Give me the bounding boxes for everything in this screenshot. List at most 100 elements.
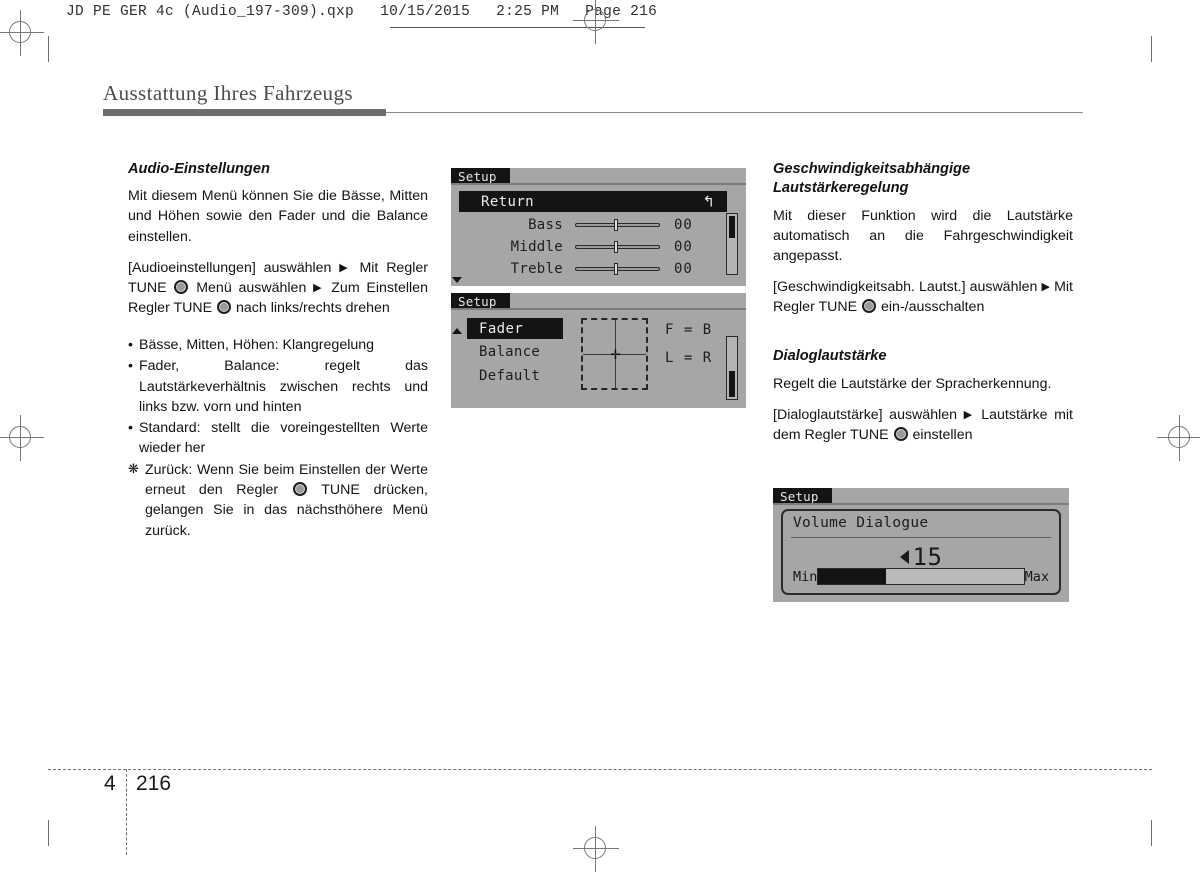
lcd-eq-slider[interactable] (575, 219, 660, 231)
lcd-titlebar-fader: Setup (451, 293, 746, 310)
registration-mark-top-left (0, 10, 44, 56)
volume-progress-bar[interactable] (817, 568, 1025, 585)
paragraph-speed-volume-instructions: [Geschwindigkeitsabh. Lautst.] auswählen… (773, 277, 1073, 317)
chapter-rule (103, 109, 1083, 117)
lcd-eq-value: 00 (674, 261, 693, 277)
lcd-panel-fader-balance: Setup Fader Balance Default ✛ F = B L = … (451, 293, 746, 408)
instruction-turn-direction: nach links/rechts drehen (236, 300, 390, 317)
print-header-file: JD PE GER 4c (Audio_197-309).qxp (66, 4, 355, 20)
lcd-eq-label: Treble (510, 261, 563, 277)
paragraph-dialog-volume-body: Regelt die Lautstärke der Spracherkennun… (773, 375, 1052, 392)
lcd-eq-label: Bass (528, 217, 563, 233)
arrow-icon: ▶ (339, 261, 352, 274)
lcd-title-text: Setup (458, 169, 497, 184)
instruction-select-dialog-volume: [Dialoglautstärke] auswählen (773, 406, 958, 423)
bullet-icon: • (128, 358, 133, 375)
list-item: • Bässe, Mitten, Höhen: Klangregelung (128, 335, 428, 355)
bullet-icon: • (128, 419, 133, 436)
lcd-menu-item-label: Return (481, 193, 534, 210)
note-return: ❋ Zurück: Wenn Sie beim Einstellen der W… (128, 460, 428, 541)
volume-max-label: Max (1024, 568, 1049, 585)
instruction-select-speed-volume: [Geschwindigkeitsabh. Lautst.] auswählen (773, 278, 1038, 295)
lcd-panel-volume-dialogue: Setup Volume Dialogue 15 Min Max (773, 488, 1069, 602)
folio-page-number: 216 (136, 772, 172, 795)
lcd-body-audio: Return ↰ Bass 00 Middle 00 Treble 00 (451, 185, 746, 286)
volume-dialogue-box: Volume Dialogue 15 Min Max (781, 509, 1061, 595)
print-header: JD PE GER 4c (Audio_197-309).qxp 10/15/2… (66, 4, 657, 20)
registration-mark-top-center (573, 0, 619, 44)
crop-mark-top-right-v (1151, 36, 1152, 62)
lcd-titlebar-volume: Setup (773, 488, 1069, 505)
section-title-dialog-volume: Dialoglautstärke (773, 348, 887, 365)
lcd-eq-row-bass[interactable]: Bass 00 (451, 217, 746, 233)
list-item: • Fader, Balance: regelt das Lautstärkev… (128, 356, 428, 416)
right-column: Geschwindigkeitsabhängige Lautstärkerege… (773, 160, 1073, 456)
section-title-speed-volume: Geschwindigkeitsabhängige Lautstärkerege… (773, 161, 971, 197)
list-item: • Standard: stellt die voreingestellten … (128, 418, 428, 458)
tune-knob-icon (174, 279, 189, 294)
lcd-menu-item-fader[interactable]: Fader (467, 318, 563, 339)
chevron-down-icon[interactable] (452, 277, 462, 283)
tune-knob-icon (292, 482, 307, 497)
volume-min-label: Min (793, 568, 818, 585)
registration-mark-left (0, 415, 44, 461)
list-item-text: Standard: stellt die voreingestellten We… (139, 419, 428, 456)
paragraph-audio-intro: Mit diesem Menü können Sie die Bässe, Mi… (128, 188, 428, 245)
lcd-panel-audio-settings: Setup Return ↰ Bass 00 Middle 00 Treble (451, 168, 746, 286)
fader-axis-label-left-right: L = R (665, 350, 713, 366)
lcd-body-volume: Volume Dialogue 15 Min Max (773, 505, 1069, 602)
lcd-menu-item-return[interactable]: Return ↰ (459, 191, 727, 212)
lcd-titlebar-audio: Setup (451, 168, 746, 185)
instruction-toggle-on-off: ein-/ausschalten (881, 299, 985, 316)
crop-mark-top-left-v (48, 36, 49, 62)
crop-mark-bottom-right-v (1151, 820, 1152, 846)
tune-knob-icon (217, 300, 232, 315)
lcd-scrollbar-fader[interactable] (726, 336, 738, 400)
volume-value: 15 (912, 543, 943, 571)
fader-position-marker: ✛ (610, 346, 621, 362)
lcd-eq-slider[interactable] (575, 263, 660, 275)
registration-mark-right (1157, 415, 1200, 461)
lcd-menu-item-default[interactable]: Default (479, 368, 540, 384)
lcd-title-text: Setup (780, 489, 819, 504)
divider (791, 537, 1051, 538)
lcd-eq-value: 00 (674, 217, 693, 233)
registration-mark-bottom-center (573, 826, 619, 872)
volume-bar-row[interactable]: Min Max (793, 568, 1049, 585)
footer-crop-line (126, 769, 127, 855)
lcd-title-text: Setup (458, 294, 497, 309)
lcd-eq-value: 00 (674, 239, 693, 255)
audio-settings-bullet-list: • Bässe, Mitten, Höhen: Klangregelung • … (128, 335, 428, 458)
tune-knob-icon (862, 299, 877, 314)
list-item-text: Bässe, Mitten, Höhen: Klangregelung (139, 337, 375, 354)
lcd-eq-row-treble[interactable]: Treble 00 (451, 261, 746, 277)
lcd-menu-item-balance[interactable]: Balance (479, 344, 540, 360)
paragraph-speed-volume-body: Mit dieser Funktion wird die Lautstärke … (773, 207, 1073, 264)
paragraph-dialog-volume-instructions: [Dialoglautstärke] auswählen ▶ Lautstärk… (773, 405, 1073, 445)
scrollbar-thumb[interactable] (729, 371, 735, 397)
chapter-header: Ausstattung Ihres Fahrzeugs (103, 81, 1083, 117)
folio-chapter-number: 4 (104, 772, 116, 795)
instruction-select-audio-settings: [Audioeinstellungen] auswählen (128, 259, 332, 276)
print-header-time: 2:25 PM (496, 4, 560, 20)
lcd-eq-label: Middle (510, 239, 563, 255)
left-column: Audio-Einstellungen Mit diesem Menü könn… (128, 160, 428, 541)
lcd-scrollbar-audio[interactable] (726, 213, 738, 275)
lcd-eq-row-middle[interactable]: Middle 00 (451, 239, 746, 255)
speaker-icon (899, 550, 909, 564)
lcd-eq-slider[interactable] (575, 241, 660, 253)
lcd-body-fader: Fader Balance Default ✛ F = B L = R (451, 310, 746, 408)
return-arrow-icon: ↰ (702, 193, 715, 210)
chevron-up-icon[interactable] (452, 328, 462, 334)
fader-balance-pad[interactable]: ✛ (581, 318, 648, 390)
section-title-audio-settings: Audio-Einstellungen (128, 161, 270, 177)
volume-dialogue-title: Volume Dialogue (793, 515, 929, 531)
arrow-icon: ▶ (313, 281, 325, 294)
scrollbar-thumb[interactable] (729, 216, 735, 238)
asterisk-icon: ❋ (128, 461, 139, 477)
tune-knob-icon (893, 426, 908, 441)
instruction-select-menu: Menü auswählen (196, 279, 307, 296)
paragraph-audio-instructions: [Audioeinstellungen] auswählen ▶ Mit Reg… (128, 258, 428, 318)
bullet-icon: • (128, 337, 133, 354)
crop-mark-bottom-left-v (48, 820, 49, 846)
